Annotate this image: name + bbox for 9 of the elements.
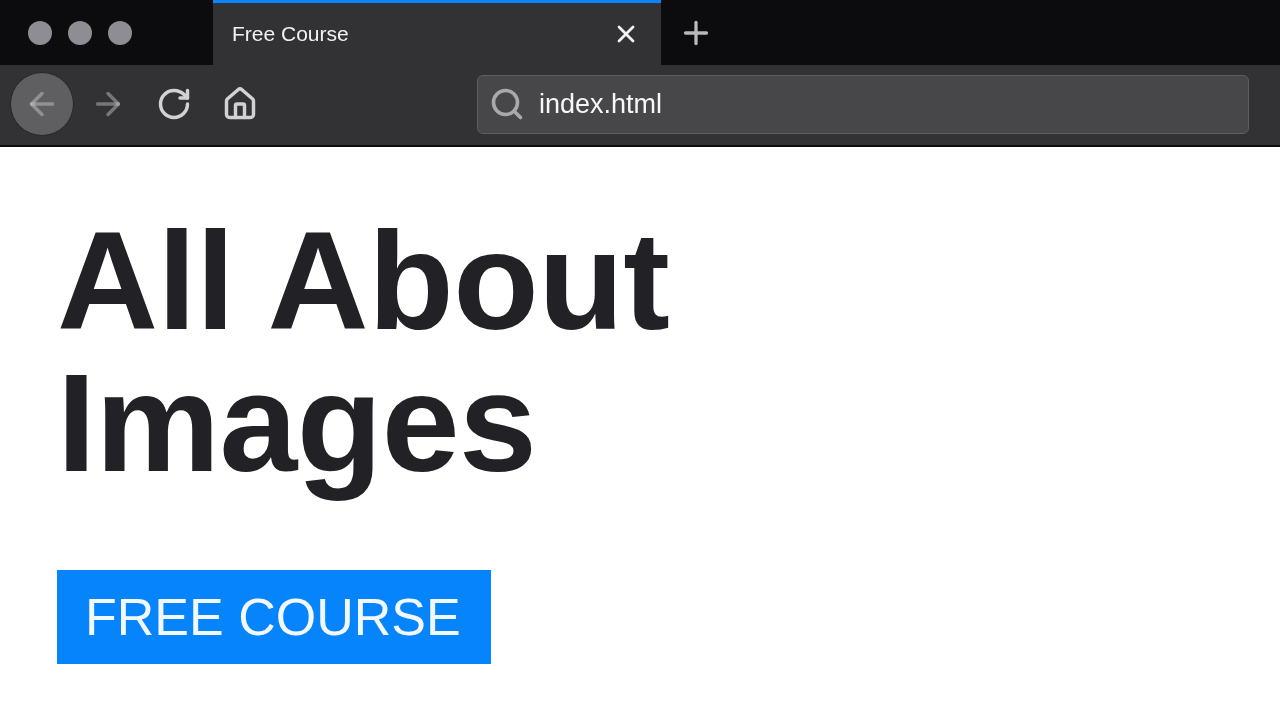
window-control-icon[interactable] xyxy=(68,20,92,45)
window-control-icon[interactable] xyxy=(108,20,132,45)
page-heading: All About Images xyxy=(57,210,671,503)
browser-tab[interactable]: Free Course xyxy=(213,0,661,65)
home-icon xyxy=(222,86,258,122)
window-control-icon[interactable] xyxy=(28,20,52,45)
search-icon xyxy=(489,86,525,122)
address-field[interactable]: index.html xyxy=(477,74,1249,134)
reload-icon xyxy=(156,86,192,122)
